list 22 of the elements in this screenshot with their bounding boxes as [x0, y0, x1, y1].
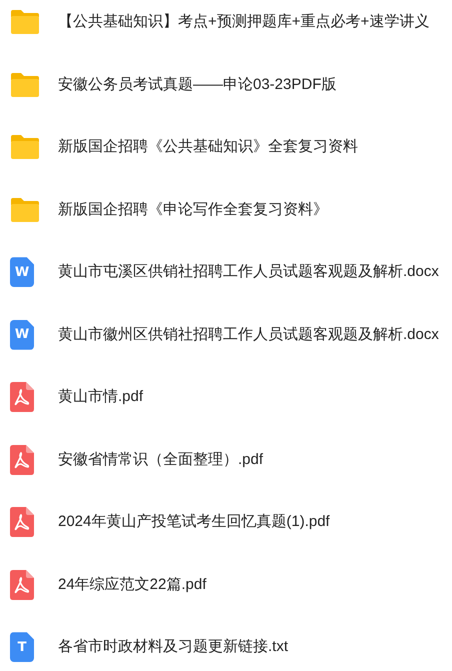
file-name[interactable]: 安徽公务员考试真题——申论03-23PDF版 [58, 74, 336, 96]
folder-icon [10, 196, 40, 223]
folder-icon [10, 134, 40, 160]
file-name[interactable]: 2024年黄山产投笔试考生回忆真题(1).pdf [58, 511, 330, 534]
folder-icon [10, 9, 40, 36]
file-name[interactable]: 【公共基础知识】考点+预测押题库+重点必考+速学讲义 [58, 11, 430, 34]
file-name[interactable]: 黄山市徽州区供销社招聘工作人员试题客观题及解析.docx [58, 324, 439, 346]
file-name[interactable]: 黄山市情.pdf [58, 386, 144, 408]
file-name[interactable]: 24年综应范文22篇.pdf [58, 574, 206, 596]
file-name[interactable]: 新版国企招聘《申论写作全套复习资料》 [58, 198, 328, 221]
pdf-file-icon [10, 570, 34, 600]
pdf-file-icon [10, 444, 34, 475]
folder-icon [10, 72, 40, 98]
file-name[interactable]: 安徽省情常识（全面整理）.pdf [58, 448, 264, 471]
file-name[interactable]: 各省市时政材料及习题更新链接.txt [58, 636, 288, 658]
pdf-file-icon [10, 382, 34, 412]
file-name[interactable]: 黄山市屯溪区供销社招聘工作人员试题客观题及解析.docx [58, 261, 439, 284]
text-file-icon: T [10, 632, 34, 662]
file-name[interactable]: 新版国企招聘《公共基础知识》全套复习资料 [58, 136, 358, 158]
word-file-icon: W [10, 320, 34, 350]
pdf-file-icon [10, 507, 34, 538]
word-file-icon: W [10, 257, 34, 288]
